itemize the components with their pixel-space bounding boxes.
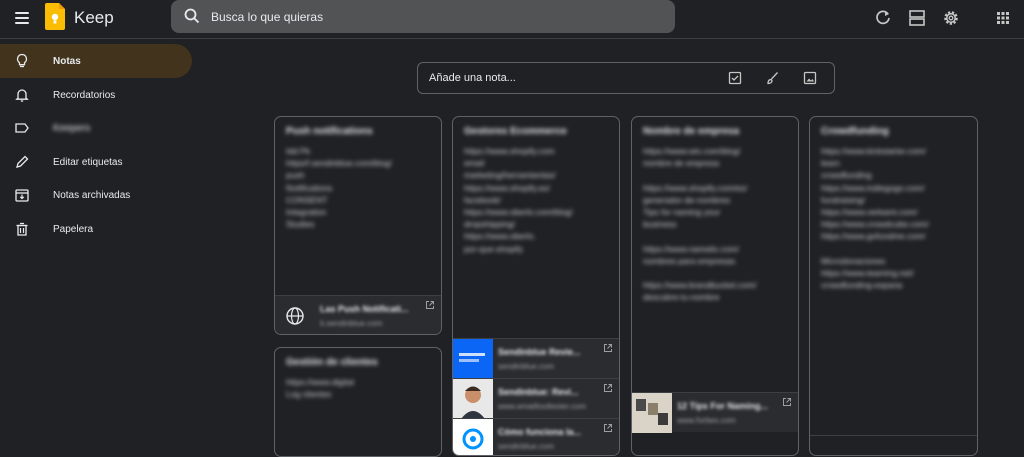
refresh-icon[interactable] (873, 8, 893, 28)
sidebar-item-notas-archivadas[interactable]: Notas archivadas (0, 178, 192, 212)
note-card[interactable]: Gestión de clientes https://www.digital … (274, 347, 442, 457)
checkbox-icon[interactable] (728, 71, 742, 85)
note-body: https://www.wix.com/blog/ nombre de empr… (643, 146, 757, 303)
link-preview[interactable]: Las Push Notificati... ti.sendinblue.com (275, 295, 441, 334)
sidebar-item-label: Notas (53, 55, 81, 67)
link-title: Sendinblue: Revi... (498, 387, 579, 397)
sidebar-item-recordatorios[interactable]: Recordatorios (0, 78, 192, 112)
apps-icon[interactable] (993, 8, 1013, 28)
link-domain: www.emailtooltester.com (498, 402, 587, 411)
sidebar-item-papelera[interactable]: Papelera (0, 212, 192, 246)
link-title: Sendinblue Revie... (498, 347, 581, 357)
pencil-icon (16, 155, 29, 168)
link-domain: sendinblue.com (498, 362, 555, 371)
brush-icon[interactable] (765, 71, 779, 85)
link-thumbnail (275, 296, 315, 334)
take-note-input[interactable]: Añade una nota... (429, 72, 516, 84)
link-thumbnail (453, 339, 493, 379)
sidebar-item-keepers[interactable]: Keepers (0, 111, 192, 145)
link-domain: sendinblue.com (498, 442, 555, 451)
main-menu-button[interactable] (10, 6, 34, 30)
trash-icon (16, 222, 28, 236)
link-domain: www.forbes.com (677, 416, 736, 425)
person-avatar-icon (461, 386, 485, 419)
archive-icon (15, 189, 29, 202)
take-note-box[interactable]: Añade una nota... (417, 62, 835, 94)
link-preview[interactable]: 12 Tips For Naming... www.forbes.com (632, 392, 798, 433)
sidebar-item-editar-etiquetas[interactable]: Editar etiquetas (0, 145, 192, 179)
settings-icon[interactable] (941, 8, 961, 28)
note-card[interactable]: Crowdfunding https://www.kickstarter.com… (809, 116, 978, 456)
note-card[interactable]: Gestores Ecommerce https://www.shopify.c… (452, 116, 620, 456)
note-body: https://www.shopify.com email marketing/… (464, 146, 573, 254)
link-preview[interactable]: Cómo funciona la... sendinblue.com (453, 418, 619, 455)
divider (810, 435, 977, 436)
link-thumbnail (453, 379, 493, 419)
note-card[interactable]: Push notifications Idd Pk https/f.sendin… (274, 116, 442, 335)
note-body: https://www.digital Log clientes (286, 377, 355, 400)
open-external-icon[interactable] (603, 423, 613, 433)
link-title: Cómo funciona la... (498, 427, 582, 437)
note-title: Gestores Ecommerce (464, 126, 567, 137)
link-domain: ti.sendinblue.com (320, 319, 383, 328)
link-title: 12 Tips For Naming... (677, 401, 768, 411)
search-input[interactable]: Busca lo que quieras (211, 10, 323, 24)
note-title: Nombre de empresa (643, 126, 740, 137)
sidebar-item-label: Notas archivadas (53, 189, 131, 201)
lightbulb-icon (16, 53, 28, 68)
label-icon (15, 123, 29, 133)
sidebar-item-label: Editar etiquetas (53, 156, 123, 168)
search-bar[interactable]: Busca lo que quieras (171, 0, 675, 33)
top-bar: Keep Busca lo que quieras (0, 0, 1024, 39)
note-card[interactable]: Nombre de empresa https://www.wix.com/bl… (631, 116, 799, 456)
bell-icon (15, 89, 29, 102)
open-external-icon[interactable] (782, 397, 792, 407)
link-title: Las Push Notificati... (320, 304, 409, 314)
open-external-icon[interactable] (603, 343, 613, 353)
note-title: Push notifications (286, 126, 373, 137)
sidebar-item-label: Papelera (53, 223, 94, 235)
open-external-icon[interactable] (603, 383, 613, 393)
list-view-icon[interactable] (907, 8, 927, 28)
open-external-icon[interactable] (425, 300, 435, 310)
note-body: Idd Pk https/f.sendinblue.com/blog/ push… (286, 146, 392, 230)
globe-icon (286, 307, 304, 325)
note-title: Gestión de clientes (286, 357, 378, 368)
link-preview[interactable]: Sendinblue Revie... sendinblue.com (453, 338, 619, 379)
sidebar-item-label: Recordatorios (53, 89, 116, 101)
image-icon[interactable] (803, 71, 817, 85)
note-body: https://www.kickstarter.com/ learn crowd… (821, 146, 929, 291)
sidebar-item-notas[interactable]: Notas (0, 44, 192, 78)
sidebar-item-label: Keepers (53, 122, 91, 134)
link-preview[interactable]: Sendinblue: Revi... www.emailtooltester.… (453, 378, 619, 419)
link-thumbnail (632, 393, 672, 433)
keep-logo-icon[interactable] (45, 3, 65, 30)
app-title[interactable]: Keep (74, 8, 114, 28)
note-title: Crowdfunding (821, 126, 889, 137)
search-icon[interactable] (183, 7, 201, 25)
